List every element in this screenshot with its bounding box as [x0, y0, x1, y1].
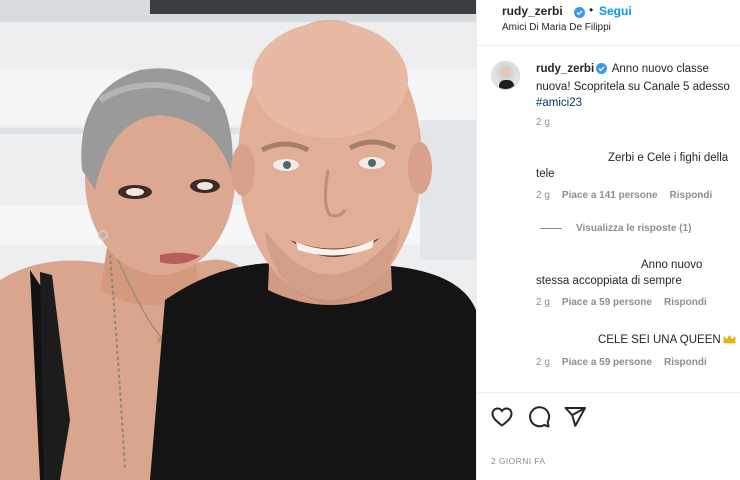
post-date: 2 GIORNI FA: [491, 456, 546, 466]
comment-time: 2 g: [536, 297, 550, 308]
verified-badge-icon: [596, 63, 608, 79]
comment-meta: 2 g Piace a 59 persone Rispondi: [536, 297, 719, 308]
comment-likes[interactable]: Piace a 59 persone: [562, 297, 652, 308]
view-replies-label: Visualizza le risposte (1): [576, 223, 692, 234]
comment-meta: 2 g Piace a 59 persone Rispondi: [536, 357, 719, 368]
share-icon[interactable]: [563, 405, 587, 429]
comment-time: 2 g: [536, 190, 550, 201]
crown-icon: [723, 333, 736, 344]
reply-button[interactable]: Rispondi: [664, 357, 707, 368]
comment-meta: 2 g Piace a 141 persone Rispondi: [536, 190, 724, 201]
heart-icon[interactable]: [490, 405, 514, 429]
replies-divider: [540, 227, 562, 229]
post-actions: 2 GIORNI FA: [477, 392, 740, 480]
header-username[interactable]: rudy_zerbi: [502, 4, 563, 18]
verified-badge-icon: [574, 5, 585, 23]
comment-likes[interactable]: Piace a 141 persone: [562, 190, 658, 201]
view-replies-button[interactable]: Visualizza le risposte (1): [540, 223, 691, 234]
selfie-image: [0, 0, 476, 480]
reply-button[interactable]: Rispondi: [664, 297, 707, 308]
post-side-panel: rudy_zerbi • Segui Amici Di Maria De Fil…: [476, 0, 740, 480]
caption-username[interactable]: rudy_zerbi: [536, 63, 594, 75]
post-location[interactable]: Amici Di Maria De Filippi: [502, 22, 611, 33]
comment-icon[interactable]: [527, 405, 551, 429]
caption-hashtag[interactable]: #amici23: [536, 97, 582, 109]
comment-time: 2 g: [536, 357, 550, 368]
follow-button[interactable]: Segui: [599, 4, 632, 18]
separator-dot: •: [589, 3, 594, 17]
comment-text-content: CELE SEI UNA QUEEN: [598, 334, 721, 346]
comment-likes[interactable]: Piace a 59 persone: [562, 357, 652, 368]
avatar[interactable]: [491, 61, 520, 90]
caption-time: 2 g: [536, 117, 550, 128]
post-caption: rudy_zerbi Anno nuovo classe nuova! Scop…: [536, 61, 736, 111]
comment-text: Zerbi e Cele i fighi della tele: [536, 152, 729, 180]
comment-text: Anno nuovo stessa accoppiata di sempre: [536, 259, 703, 287]
comment-text: CELE SEI UNA QUEEN: [598, 332, 738, 348]
post-header: rudy_zerbi • Segui Amici Di Maria De Fil…: [477, 0, 740, 46]
comments-list[interactable]: rudy_zerbi Anno nuovo classe nuova! Scop…: [477, 47, 740, 392]
post-photo[interactable]: [0, 0, 476, 480]
reply-button[interactable]: Rispondi: [670, 190, 713, 201]
